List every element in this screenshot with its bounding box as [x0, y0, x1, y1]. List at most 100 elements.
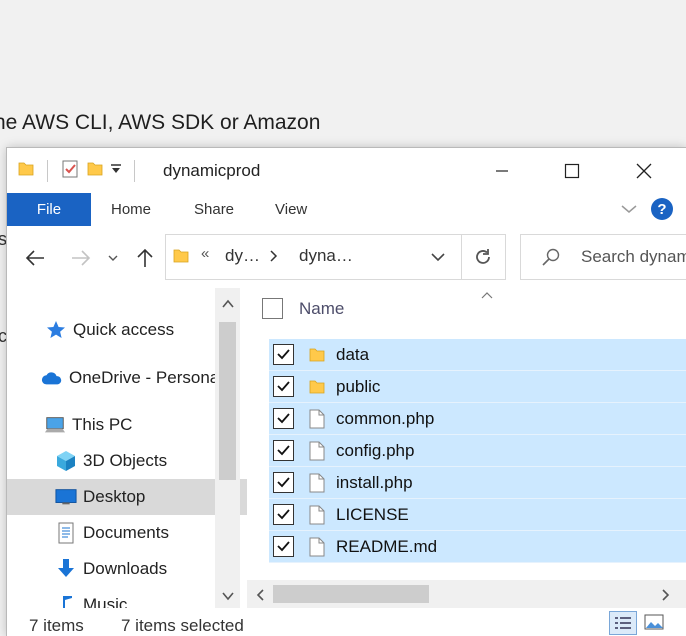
scrollbar-thumb[interactable] [219, 322, 236, 480]
row-checkbox[interactable] [273, 408, 294, 429]
minimize-button[interactable] [467, 148, 537, 193]
document-icon [306, 472, 328, 494]
recent-locations-button[interactable] [103, 244, 123, 272]
documents-icon [55, 522, 77, 544]
document-icon [306, 440, 328, 462]
window-title: dynamicprod [163, 161, 261, 180]
item-count: 7 items [29, 616, 84, 635]
address-overflow[interactable]: « [201, 245, 209, 262]
scroll-up-arrow-icon[interactable] [221, 296, 235, 314]
tab-home[interactable]: Home [111, 193, 151, 226]
nav-item-label: Quick access [73, 320, 175, 339]
folder-icon [17, 160, 35, 183]
file-row-common-php[interactable]: common.php [269, 403, 686, 435]
folder-icon [172, 247, 190, 270]
search-box[interactable]: Search dynamicprod [520, 234, 686, 280]
nav-item-label: This PC [72, 415, 133, 434]
sort-ascending-icon [480, 286, 494, 304]
file-list-horizontal-scrollbar[interactable] [247, 580, 686, 608]
nav-item-label: Documents [83, 523, 169, 542]
file-list: Name data public common.php config.php i… [247, 288, 686, 580]
nav-item-label: 3D Objects [83, 451, 168, 470]
title-bar: dynamicprod [7, 148, 686, 193]
row-checkbox[interactable] [273, 504, 294, 525]
file-name: README.md [336, 536, 438, 556]
file-explorer-window: dynamicprod File Home Share View ? « dy…… [7, 148, 686, 636]
search-placeholder: Search dynamicprod [581, 247, 686, 266]
checkmark-icon [277, 349, 290, 360]
row-checkbox[interactable] [273, 376, 294, 397]
search-icon [541, 247, 561, 272]
close-button[interactable] [609, 148, 679, 193]
checkmark-icon [277, 445, 290, 456]
arrow-left-icon [25, 250, 44, 266]
refresh-icon [475, 249, 490, 264]
file-name: public [336, 376, 381, 396]
navigation-pane-scrollbar[interactable] [215, 288, 240, 608]
scroll-down-arrow-icon[interactable] [221, 588, 235, 606]
row-checkbox[interactable] [273, 344, 294, 365]
checkmark-icon [277, 477, 290, 488]
cloud-icon [41, 367, 63, 389]
chevron-down-icon [621, 205, 637, 213]
back-button[interactable] [21, 244, 49, 272]
file-row-readme-md[interactable]: README.md [269, 531, 686, 563]
breadcrumb-parent[interactable]: dy… [225, 246, 260, 266]
maximize-icon [564, 163, 580, 178]
checkmark-icon [277, 541, 290, 552]
up-button[interactable] [131, 244, 159, 272]
tab-file[interactable]: File [7, 193, 91, 226]
details-view-button[interactable] [609, 611, 637, 635]
nav-item-label: Downloads [83, 559, 168, 578]
tab-view[interactable]: View [275, 193, 307, 226]
address-bar[interactable]: « dy… dyna… [165, 234, 462, 280]
nav-item-onedrive[interactable]: OneDrive - Personal [7, 360, 249, 396]
maximize-button[interactable] [537, 148, 607, 193]
help-button[interactable]: ? [651, 198, 673, 220]
file-row-public[interactable]: public [269, 371, 686, 403]
file-name: common.php [336, 408, 435, 428]
checkmark-icon [277, 381, 290, 392]
scroll-right-arrow-icon[interactable] [661, 588, 671, 607]
background-fragment-mid: c [0, 326, 7, 346]
file-row-install-php[interactable]: install.php [269, 467, 686, 499]
checkmark-icon [277, 413, 290, 424]
properties-checklist-icon[interactable] [60, 159, 80, 184]
new-folder-icon[interactable] [86, 160, 104, 183]
scrollbar-thumb[interactable] [273, 585, 429, 603]
row-checkbox[interactable] [273, 440, 294, 461]
select-all-checkbox[interactable] [262, 298, 283, 319]
large-icons-view-button[interactable] [641, 612, 667, 632]
expand-ribbon-button[interactable] [619, 201, 639, 222]
refresh-button[interactable] [460, 234, 506, 280]
quick-access-toolbar [17, 160, 141, 182]
chevron-down-icon [431, 253, 445, 262]
folder-icon [306, 344, 328, 366]
customize-dropdown-icon[interactable] [110, 162, 122, 180]
breadcrumb-current[interactable]: dyna… [299, 246, 353, 266]
file-row-data[interactable]: data [269, 339, 686, 371]
close-icon [636, 163, 652, 178]
file-name: data [336, 344, 370, 364]
address-history-button[interactable] [430, 250, 446, 268]
forward-button[interactable] [67, 244, 95, 272]
background-page-text: he AWS CLI, AWS SDK or Amazon [0, 111, 321, 134]
star-icon [45, 319, 67, 341]
toolbar-divider [47, 160, 48, 182]
column-header-name[interactable]: Name [299, 299, 344, 319]
background-fragment-top: s [0, 229, 7, 249]
scroll-left-arrow-icon[interactable] [255, 588, 265, 607]
document-icon [306, 536, 328, 558]
nav-item-label: OneDrive - Personal [69, 368, 224, 387]
arrow-right-icon [72, 250, 91, 266]
breadcrumb-chevron-icon [269, 249, 279, 268]
navigation-bar: « dy… dyna… Search dynamicprod [7, 226, 686, 288]
row-checkbox[interactable] [273, 472, 294, 493]
checkmark-icon [277, 509, 290, 520]
file-row-config-php[interactable]: config.php [269, 435, 686, 467]
tab-share[interactable]: Share [194, 193, 234, 226]
computer-icon [44, 414, 66, 436]
toolbar-divider [134, 160, 135, 182]
row-checkbox[interactable] [273, 536, 294, 557]
file-row-license[interactable]: LICENSE [269, 499, 686, 531]
